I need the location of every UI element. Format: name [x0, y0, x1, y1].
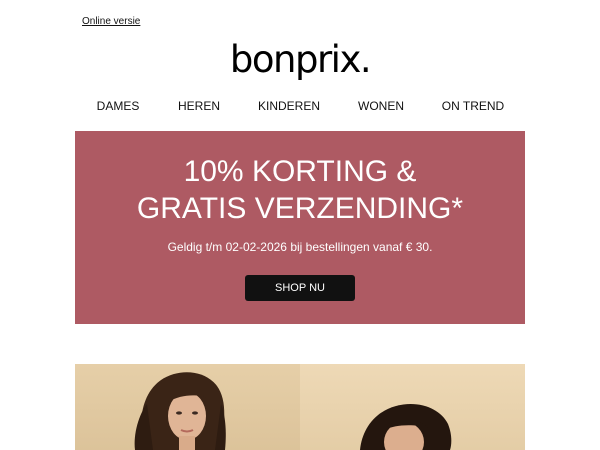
nav-item-heren[interactable]: HEREN [178, 99, 220, 113]
promo-subtitle: Geldig t/m 02-02-2026 bij bestellingen v… [167, 240, 433, 254]
online-version-link[interactable]: Online versie [82, 16, 140, 27]
email-page: Online versie bonprix. DAMES HEREN KINDE… [0, 0, 600, 450]
promo-title-line-1: 10% KORTING & [183, 155, 417, 188]
model-photo-right [360, 404, 452, 450]
brand-logo[interactable]: bonprix. [0, 38, 600, 82]
nav-item-on-trend[interactable]: ON TREND [442, 99, 504, 113]
nav-item-wonen[interactable]: WONEN [358, 99, 404, 113]
promo-banner[interactable]: 10% KORTING & GRATIS VERZENDING* Geldig … [75, 131, 525, 324]
hero-image-right[interactable] [300, 364, 525, 450]
nav-item-kinderen[interactable]: KINDEREN [258, 99, 320, 113]
model-photo-left [134, 372, 226, 450]
promo-title: 10% KORTING & GRATIS VERZENDING* [75, 153, 525, 227]
nav-item-dames[interactable]: DAMES [97, 99, 140, 113]
hero-image-left[interactable] [75, 364, 300, 450]
shop-now-button[interactable]: SHOP NU [245, 275, 355, 301]
category-nav: DAMES HEREN KINDEREN WONEN ON TREND [75, 99, 525, 115]
hero-image-row[interactable] [75, 364, 525, 450]
promo-title-line-2: GRATIS VERZENDING* [136, 192, 464, 225]
